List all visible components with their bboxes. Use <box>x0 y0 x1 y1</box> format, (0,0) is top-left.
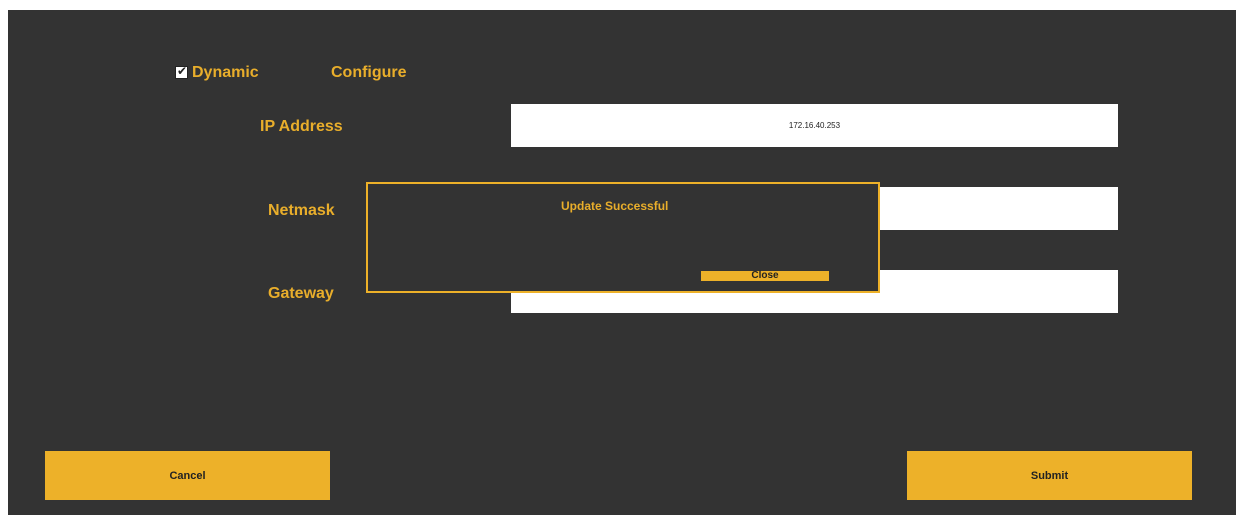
netmask-label: Netmask <box>268 202 335 219</box>
ip-address-label: IP Address <box>260 118 343 135</box>
ip-address-value: 172.16.40.253 <box>788 121 841 130</box>
cancel-button[interactable]: Cancel <box>45 451 330 500</box>
ip-address-field[interactable]: 172.16.40.253 <box>511 104 1118 147</box>
gateway-label: Gateway <box>268 285 334 302</box>
checkmark-icon: ✔ <box>177 64 188 78</box>
network-config-screen: ✔ Dynamic Configure IP Address 172.16.40… <box>8 10 1236 515</box>
dynamic-label: Dynamic <box>192 64 259 81</box>
submit-button[interactable]: Submit <box>907 451 1192 500</box>
dialog-message: Update Successful <box>561 199 669 213</box>
dialog-close-button[interactable]: Close <box>701 271 829 281</box>
dynamic-checkbox[interactable]: ✔ <box>175 64 188 79</box>
update-dialog: Update Successful Close <box>366 182 880 293</box>
configure-option[interactable]: Configure <box>331 64 407 82</box>
